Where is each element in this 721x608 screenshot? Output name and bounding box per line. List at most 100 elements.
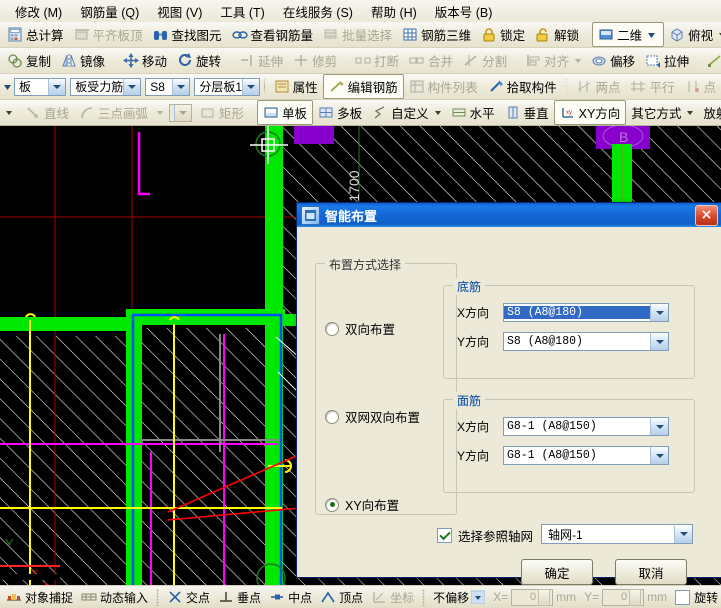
toolbar-button-single-slab[interactable]: 单板 [257,100,314,125]
toolbar-button-two-point[interactable]: 两点 [571,75,625,98]
toolbar-button-copy[interactable]: 复制 [2,49,56,72]
chevron-down-icon[interactable] [650,333,668,350]
top-y-direction-combo[interactable]: G8-1 (A8@150) [503,446,669,465]
checkbox-indicator[interactable] [675,589,691,605]
menu-item-modify[interactable]: 修改 (M) [6,0,71,23]
toolbar-button-horizontal[interactable]: 水平 [446,101,500,124]
chevron-down-icon[interactable] [645,27,658,42]
chevron-down-icon[interactable] [242,78,260,95]
radio-bidirectional-layout[interactable]: 双向布置 [325,319,395,338]
toolbar-button-properties[interactable]: 属性 [269,75,323,98]
cancel-button[interactable]: 取消 [615,559,687,585]
top-x-direction-combo[interactable]: G8-1 (A8@150) [503,417,669,436]
menu-item-rebar-quantity[interactable]: 钢筋量 (Q) [71,0,148,23]
toolbar-button-edit-rebar[interactable]: 编辑钢筋 [322,74,404,99]
toolbar-button-unlock[interactable]: 解锁 [530,23,584,46]
toolbar-button-pick-member[interactable]: 拾取构件 [483,75,562,98]
toolbar-button-lock[interactable]: 锁定 [476,23,530,46]
toolbar-button-extend[interactable]: 延伸 [234,49,288,72]
toolbar-button-split[interactable]: 分割 [458,49,512,72]
chevron-down-icon[interactable] [650,447,668,464]
toolbar-button-rotate[interactable]: 旋转 [172,49,226,72]
combo-member[interactable]: S8 [145,77,191,96]
toolbar-button-view-mode-2d[interactable]: 二维 [592,22,665,47]
combo-category[interactable]: 板 [14,77,67,96]
menu-item-help[interactable]: 帮助 (H) [362,0,426,23]
toolbar-button-total-calc[interactable]: 总计算 [2,23,69,46]
toolbar-button-set-grip[interactable]: 设置夹点 [702,49,721,72]
chevron-down-icon[interactable] [687,110,694,115]
toolbar-button-custom[interactable]: 自定义 [367,101,446,124]
x-value-spinner[interactable]: 0 [511,588,554,606]
chevron-down-icon[interactable] [674,525,692,543]
chevron-down-icon[interactable] [123,78,141,95]
chevron-down-icon-left[interactable] [2,79,14,94]
ok-button[interactable]: 确定 [521,559,593,585]
smart-layout-dialog[interactable]: 智能布置 × 布置方式选择 双向布置 双网双向布置 XY向布置 底筋 X方向 S… [296,202,721,585]
toolbar-button-other-method[interactable]: 其它方式 [626,101,698,124]
toolbar-button-view-angle-top[interactable]: 俯视 [664,23,721,46]
status-offset-mode[interactable]: 不偏移 [429,588,489,607]
chevron-down-icon[interactable] [650,304,668,321]
toolbar-button-batch-select[interactable]: 批量选择 [318,23,397,46]
toolbar-button-point[interactable]: 点 [680,75,721,98]
toolbar-button-align-slab-top[interactable]: 平齐板顶 [69,23,148,46]
bottom-y-direction-combo[interactable]: S8 (A8@180) [503,332,669,351]
toolbar-button-rebar-3d[interactable]: 钢筋三维 [397,23,476,46]
status-button-coordinate[interactable]: 坐标 [367,588,418,607]
toolbar-button-xy-direction[interactable]: xy XY方向 [553,100,627,125]
radio-double-mesh-bidirectional-layout[interactable]: 双网双向布置 [325,407,420,426]
status-button-intersection[interactable]: 交点 [163,588,214,607]
chevron-down-icon[interactable] [174,104,192,121]
status-button-object-snap[interactable]: 对象捕捉 [2,588,77,607]
bottom-x-direction-combo[interactable]: S8 (A8@180) [503,303,669,322]
status-button-perpendicular[interactable]: 垂点 [214,588,265,607]
toolbar-button-offset[interactable]: 偏移 [586,49,640,72]
toolbar-button-break[interactable]: 打断 [350,49,404,72]
chevron-down-icon[interactable] [172,78,190,95]
status-button-midpoint[interactable]: 中点 [265,588,316,607]
menu-item-view[interactable]: 视图 (V) [148,0,211,23]
toolbar-button-stretch[interactable]: 拉伸 [640,49,694,72]
combo-layer[interactable]: 分层板1 [194,77,261,96]
menu-item-version[interactable]: 版本号 (B) [426,0,502,23]
chevron-down-icon[interactable] [157,110,164,115]
chevron-down-icon[interactable] [471,590,486,605]
menu-item-online-service[interactable]: 在线服务 (S) [274,0,362,23]
toolbar-button-parallel[interactable]: 平行 [625,75,679,98]
toolbar-button-member-list[interactable]: 构件列表 [404,75,483,98]
toolbar-button-trim[interactable]: 修剪 [288,49,342,72]
toolbar-button-merge[interactable]: 合并 [404,49,458,72]
toolbar-button-rectangle[interactable]: 矩形 [195,101,249,124]
toolbar-button-view-rebar-quantity[interactable]: 查看钢筋量 [227,23,319,46]
status-rotate-option[interactable]: 旋转 [671,588,721,607]
toolbar-button-radial-rebar[interactable]: 放射筋 [698,101,721,124]
chevron-down-icon[interactable] [6,110,12,115]
chevron-down-icon[interactable] [434,110,441,115]
chevron-down-icon[interactable] [48,78,66,95]
reference-axis-combo[interactable]: 轴网-1 [541,524,693,544]
combo-draw-empty[interactable] [169,103,193,122]
toolbar-button-vertical[interactable]: 垂直 [500,101,554,124]
close-icon[interactable]: × [695,204,718,226]
toolbar-button-move[interactable]: 移动 [118,49,172,72]
checkbox-indicator[interactable] [437,528,452,543]
dialog-titlebar[interactable]: 智能布置 × [297,203,721,227]
reference-axis-checkbox-row[interactable]: 选择参照轴网 [437,526,533,545]
status-button-vertex[interactable]: 顶点 [316,588,367,607]
menu-item-tools[interactable]: 工具 (T) [211,0,273,23]
chevron-down-icon[interactable] [575,58,582,63]
toolbar-button-multi-slab[interactable]: 多板 [313,101,367,124]
radio-xy-direction-layout[interactable]: XY向布置 [325,495,399,514]
toolbar-button-find-element[interactable]: 查找图元 [148,23,227,46]
spinner-arrows[interactable] [629,588,642,606]
status-button-dynamic-input[interactable]: 动态输入 [77,588,152,607]
toolbar-button-arc-3point[interactable]: 三点画弧 [74,101,153,124]
toolbar-button-line[interactable]: 直线 [20,101,74,124]
y-value-spinner[interactable]: 0 [602,588,645,606]
spinner-arrows[interactable] [538,588,551,606]
combo-type[interactable]: 板受力筋 [70,77,142,96]
toolbar-button-align[interactable]: 对齐 [520,49,586,72]
toolbar-button-mirror[interactable]: 镜像 [56,49,110,72]
chevron-down-icon[interactable] [650,418,668,435]
